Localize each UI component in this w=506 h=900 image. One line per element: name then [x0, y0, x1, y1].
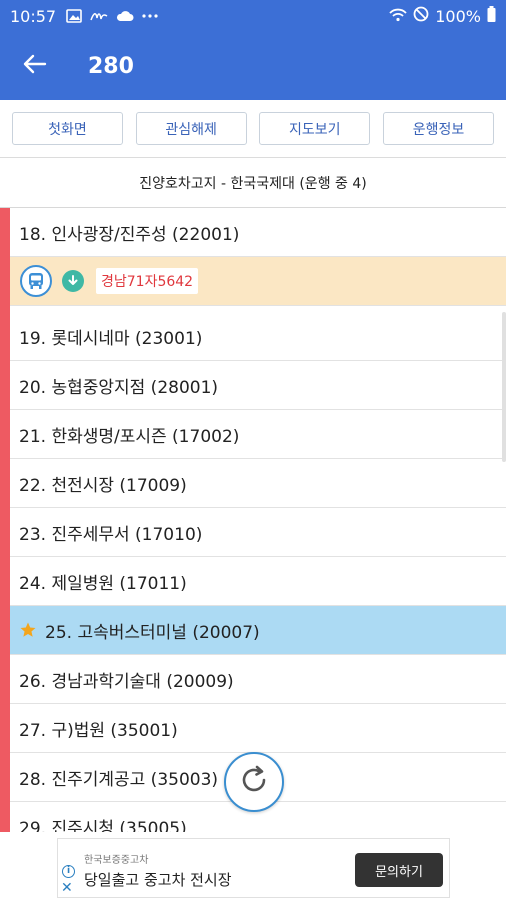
wifi-icon [389, 7, 407, 26]
stop-label: 21. 한화생명/포시즌 (17002) [19, 426, 240, 447]
more-dots-icon [142, 14, 158, 18]
unfavorite-button[interactable]: 관심해제 [135, 112, 247, 145]
action-button-bar: 첫화면 관심해제 지도보기 운행정보 [0, 100, 506, 158]
do-not-disturb-icon [413, 6, 429, 26]
operation-info-button[interactable]: 운행정보 [382, 112, 494, 145]
stop-label: 18. 인사광장/진주성 (22001) [19, 224, 240, 245]
signature-icon [90, 10, 108, 22]
stop-row[interactable]: 21. 한화생명/포시즌 (17002) [10, 410, 506, 459]
stop-row[interactable]: 18. 인사광장/진주성 (22001) [10, 208, 506, 257]
route-line-indicator [0, 208, 10, 832]
battery-icon [487, 6, 496, 26]
stop-label: 23. 진주세무서 (17010) [19, 524, 203, 545]
route-direction-info: 진양호차고지 - 한국국제대 (운행 중 4) [0, 158, 506, 208]
download-arrow-icon [62, 270, 84, 292]
stop-label: 26. 경남과학기술대 (20009) [19, 671, 234, 692]
stop-list[interactable]: 18. 인사광장/진주성 (22001) 경남71자5642 19. 롯데시네마… [0, 208, 506, 832]
stop-row[interactable]: 19. 롯데시네마 (23001) [10, 312, 506, 361]
stop-label: 28. 진주기계공고 (35003) [19, 769, 219, 790]
stop-label: 24. 제일병원 (17011) [19, 573, 187, 594]
back-button[interactable] [0, 32, 70, 100]
status-bar: 10:57 100% [0, 0, 506, 32]
stop-row[interactable]: 23. 진주세무서 (17010) [10, 508, 506, 557]
stop-row[interactable]: 27. 구)법원 (35001) [10, 704, 506, 753]
status-time: 10:57 [10, 6, 57, 26]
ad-title: 당일출고 중고차 전시장 [84, 871, 232, 889]
stop-row[interactable]: 24. 제일병원 (17011) [10, 557, 506, 606]
stop-label: 22. 천전시장 (17009) [19, 475, 187, 496]
stop-row[interactable]: 20. 농협중앙지점 (28001) [10, 361, 506, 410]
arrow-left-icon [23, 54, 47, 78]
ad-sponsor: 한국보증중고차 [84, 855, 149, 866]
app-bar: 280 [0, 32, 506, 100]
star-icon[interactable] [19, 621, 37, 639]
scrollbar[interactable] [502, 312, 506, 462]
stop-label: 25. 고속버스터미널 (20007) [45, 622, 260, 643]
cloud-icon [116, 10, 134, 22]
bus-icon [20, 265, 52, 297]
ad-inquiry-button[interactable]: 문의하기 [355, 853, 443, 887]
home-button[interactable]: 첫화면 [12, 112, 123, 145]
stop-label: 19. 롯데시네마 (23001) [19, 328, 203, 349]
stop-row[interactable]: 22. 천전시장 (17009) [10, 459, 506, 508]
bus-position-row[interactable]: 경남71자5642 [10, 257, 506, 306]
stop-label: 20. 농협중앙지점 (28001) [19, 377, 219, 398]
stop-row[interactable]: 26. 경남과학기술대 (20009) [10, 655, 506, 704]
ad-banner[interactable]: i ✕ 한국보증중고차 당일출고 중고차 전시장 문의하기 [57, 838, 450, 898]
image-icon [66, 9, 82, 23]
refresh-icon [237, 763, 271, 801]
bus-plate-number: 경남71자5642 [96, 268, 199, 294]
ad-info-icon[interactable]: i [62, 865, 75, 878]
stop-label: 29. 진주시청 (35005) [19, 818, 187, 833]
map-view-button[interactable]: 지도보기 [259, 112, 371, 145]
favorite-stop-row[interactable]: 25. 고속버스터미널 (20007) [10, 606, 506, 655]
battery-percent: 100% [435, 6, 481, 26]
stop-label: 27. 구)법원 (35001) [19, 720, 178, 741]
ad-close-icon[interactable]: ✕ [61, 881, 73, 895]
route-number-title: 280 [88, 53, 134, 79]
refresh-button[interactable] [224, 752, 284, 812]
